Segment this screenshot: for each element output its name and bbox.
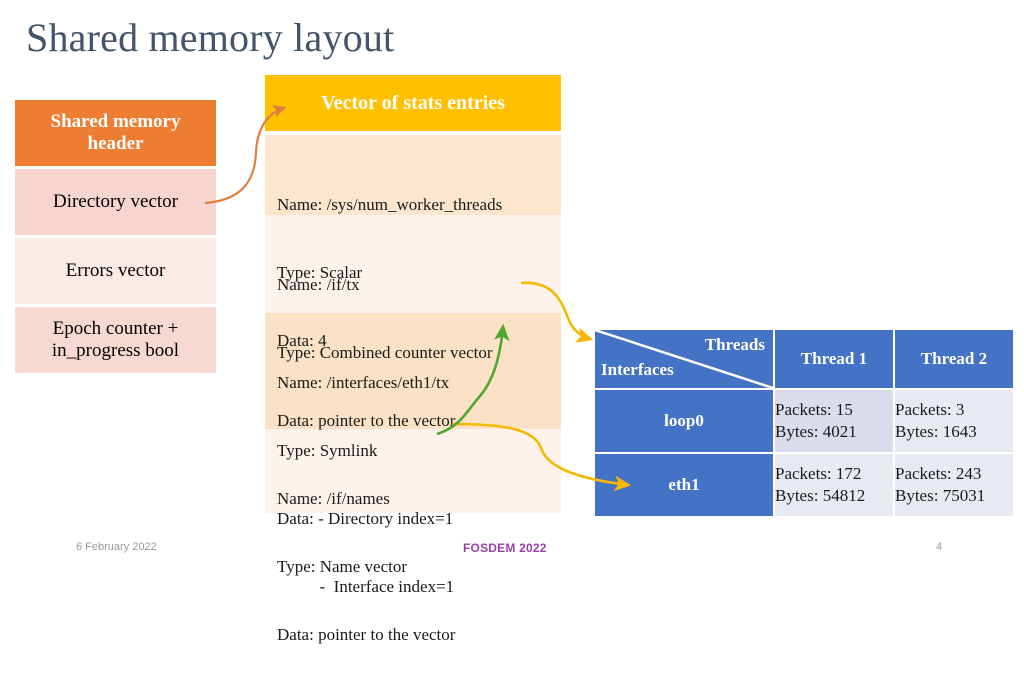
table-row-header-eth1: eth1 — [595, 454, 773, 516]
packets-value: Packets: 243 — [895, 464, 982, 484]
table-cell-eth1-thread1: Packets: 172 Bytes: 54812 — [775, 454, 893, 516]
bytes-value: Bytes: 75031 — [895, 486, 986, 505]
packets-value: Packets: 3 — [895, 400, 965, 420]
table-col-header-thread-1: Thread 1 — [775, 330, 893, 388]
table-row: loop0 Packets: 15 Bytes: 4021 Packets: 3… — [595, 390, 1013, 452]
shared-memory-header-box: Shared memory header — [15, 100, 216, 166]
page-title: Shared memory layout — [26, 15, 395, 60]
table-columns-label: Threads — [704, 335, 765, 354]
stats-vector-title: Vector of stats entries — [265, 75, 561, 131]
stats-entry-2-name: Name: /interfaces/eth1/tx — [277, 373, 450, 393]
table-header-row: Threads Interfaces Thread 1 Thread 2 — [595, 330, 1013, 388]
footer-page-number: 4 — [936, 541, 943, 553]
directory-vector-box: Directory vector — [15, 169, 216, 235]
table-cell-eth1-thread2: Packets: 243 Bytes: 75031 — [895, 454, 1013, 516]
errors-vector-box: Errors vector — [15, 238, 216, 304]
table-row: eth1 Packets: 172 Bytes: 54812 Packets: … — [595, 454, 1013, 516]
table-cell-loop0-thread2: Packets: 3 Bytes: 1643 — [895, 390, 1013, 452]
stats-entry-1-name: Name: /if/tx — [277, 275, 360, 295]
packets-value: Packets: 15 — [775, 400, 853, 420]
shared-memory-header-stack: Shared memory header Directory vector Er… — [15, 100, 216, 373]
table-cell-loop0-thread1: Packets: 15 Bytes: 4021 — [775, 390, 893, 452]
stats-vector-stack: Vector of stats entries Name: /sys/num_w… — [265, 75, 561, 644]
stats-entry-2-data2: - Interface index=1 — [277, 576, 455, 596]
bytes-value: Bytes: 54812 — [775, 486, 866, 505]
table-corner-cell: Threads Interfaces — [595, 330, 773, 388]
stats-entry-0: Name: /sys/num_worker_threads Type: Scal… — [265, 135, 561, 350]
table-col-header-thread-2: Thread 2 — [895, 330, 1013, 388]
packets-value: Packets: 172 — [775, 464, 862, 484]
stats-entry-3-data: Data: pointer to the vector — [277, 624, 456, 644]
counters-table: Threads Interfaces Thread 1 Thread 2 loo… — [593, 328, 1015, 518]
footer-date: 6 February 2022 — [76, 541, 157, 553]
epoch-counter-box: Epoch counter + in_progress bool — [15, 307, 216, 373]
stats-entry-0-name: Name: /sys/num_worker_threads — [277, 195, 503, 215]
bytes-value: Bytes: 4021 — [775, 422, 857, 441]
footer-event-name: FOSDEM 2022 — [463, 541, 547, 555]
table-row-header-loop0: loop0 — [595, 390, 773, 452]
table-rows-label: Interfaces — [601, 360, 674, 379]
bytes-value: Bytes: 1643 — [895, 422, 977, 441]
